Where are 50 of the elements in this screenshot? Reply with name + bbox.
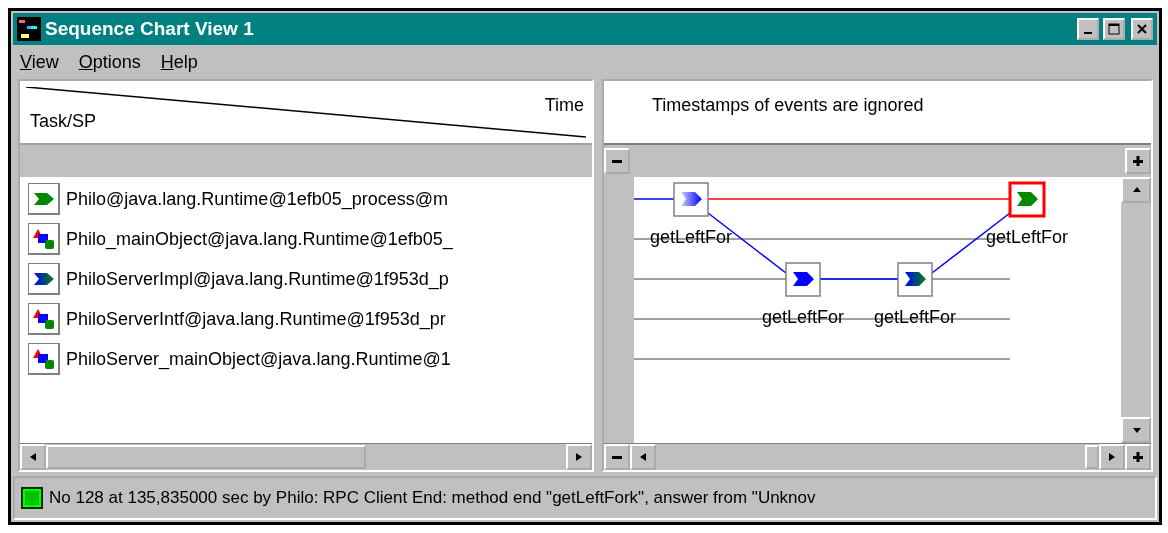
event-label: getLeftFor — [650, 227, 732, 247]
event-node[interactable] — [785, 262, 821, 297]
close-icon — [1136, 23, 1148, 35]
task-label[interactable]: PhiloServerImpl@java.lang.Runtime@1f953d_p — [66, 268, 449, 290]
scroll-right-button[interactable] — [1099, 444, 1125, 470]
maximize-icon — [1108, 23, 1120, 35]
menu-item[interactable]: Help — [160, 51, 198, 73]
zoom-in-button[interactable] — [1125, 444, 1151, 470]
scroll-down-button[interactable] — [1121, 417, 1151, 443]
task-label[interactable]: PhiloServerIntf@java.lang.Runtime@1f953d_pr — [66, 308, 446, 330]
scroll-thumb[interactable] — [1085, 445, 1099, 469]
status-text: No 128 at 135,835000 sec by Philo: RPC Client End: method end "getLeftFork", answer from "Unknov — [49, 488, 816, 508]
close-button[interactable] — [1131, 18, 1153, 40]
chart-note: Timestamps of events are ignored — [652, 95, 924, 116]
app-icon — [17, 17, 41, 41]
zoom-in-button[interactable] — [1125, 148, 1151, 174]
event-node[interactable] — [897, 262, 933, 297]
plus-icon — [1132, 451, 1144, 463]
scroll-left-button[interactable] — [630, 444, 656, 470]
menu-item[interactable]: Options — [78, 51, 141, 73]
scroll-left-button[interactable] — [20, 444, 46, 470]
right-arrow-icon — [574, 451, 584, 463]
event-node[interactable] — [1008, 181, 1046, 218]
menu-item[interactable]: View — [20, 51, 59, 73]
plus-icon — [1132, 155, 1144, 167]
window-title: Sequence Chart View 1 — [45, 18, 255, 40]
zoom-out-button[interactable] — [604, 444, 630, 470]
chevron-icon — [33, 272, 55, 286]
right-arrow-icon — [1107, 451, 1117, 463]
event-label: getLeftFor — [762, 307, 844, 327]
header-label: Task/SP — [30, 111, 97, 132]
task-label[interactable]: Philo_mainObject@java.lang.Runtime@1efb05_ — [66, 228, 453, 250]
left-arrow-icon — [28, 451, 38, 463]
scroll-thumb[interactable] — [46, 445, 366, 469]
scroll-right-button[interactable] — [566, 444, 592, 470]
event-label: getLeftFor — [986, 227, 1068, 247]
maximize-button[interactable] — [1103, 18, 1125, 40]
chevron-icon — [33, 192, 55, 206]
event-node[interactable] — [673, 182, 709, 217]
zoom-out-button[interactable] — [604, 148, 630, 174]
minimize-icon — [1084, 32, 1092, 34]
minimize-button[interactable] — [1077, 18, 1099, 40]
left-arrow-icon — [638, 451, 648, 463]
header-label: Time — [544, 95, 584, 116]
message-line — [634, 198, 675, 200]
status-led-icon — [21, 487, 43, 509]
task-label[interactable]: Philo@java.lang.Runtime@1efb05_process@m — [66, 188, 448, 210]
event-label: getLeftFor — [874, 307, 956, 327]
task-label[interactable]: PhiloServer_mainObject@java.lang.Runtime@1 — [66, 348, 451, 370]
scroll-up-button[interactable] — [1121, 177, 1151, 203]
